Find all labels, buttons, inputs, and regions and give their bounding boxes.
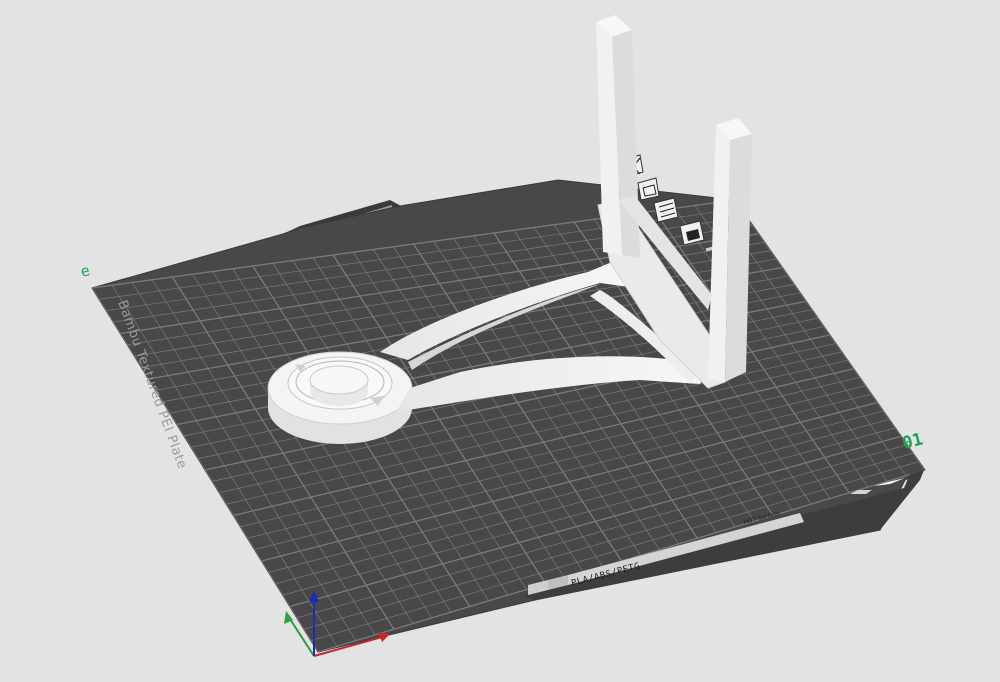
settings-icon[interactable]: [653, 197, 679, 223]
build-scene[interactable]: PLA/ABS/PETG HOT Surface Bambu Textured …: [0, 0, 1000, 682]
plate-number-label: 01: [900, 429, 925, 453]
model-boss-top: [309, 365, 369, 395]
3d-viewport[interactable]: PLA/ABS/PETG HOT Surface Bambu Textured …: [0, 0, 1000, 682]
lock-icon[interactable]: [679, 220, 705, 246]
plate-corner-mark: e: [79, 261, 92, 281]
model-upright-left: [596, 15, 640, 258]
arrange-icon[interactable]: [637, 177, 660, 201]
model-upright-right: [708, 118, 752, 382]
build-plate[interactable]: PLA/ABS/PETG HOT Surface Bambu Textured …: [79, 179, 926, 653]
